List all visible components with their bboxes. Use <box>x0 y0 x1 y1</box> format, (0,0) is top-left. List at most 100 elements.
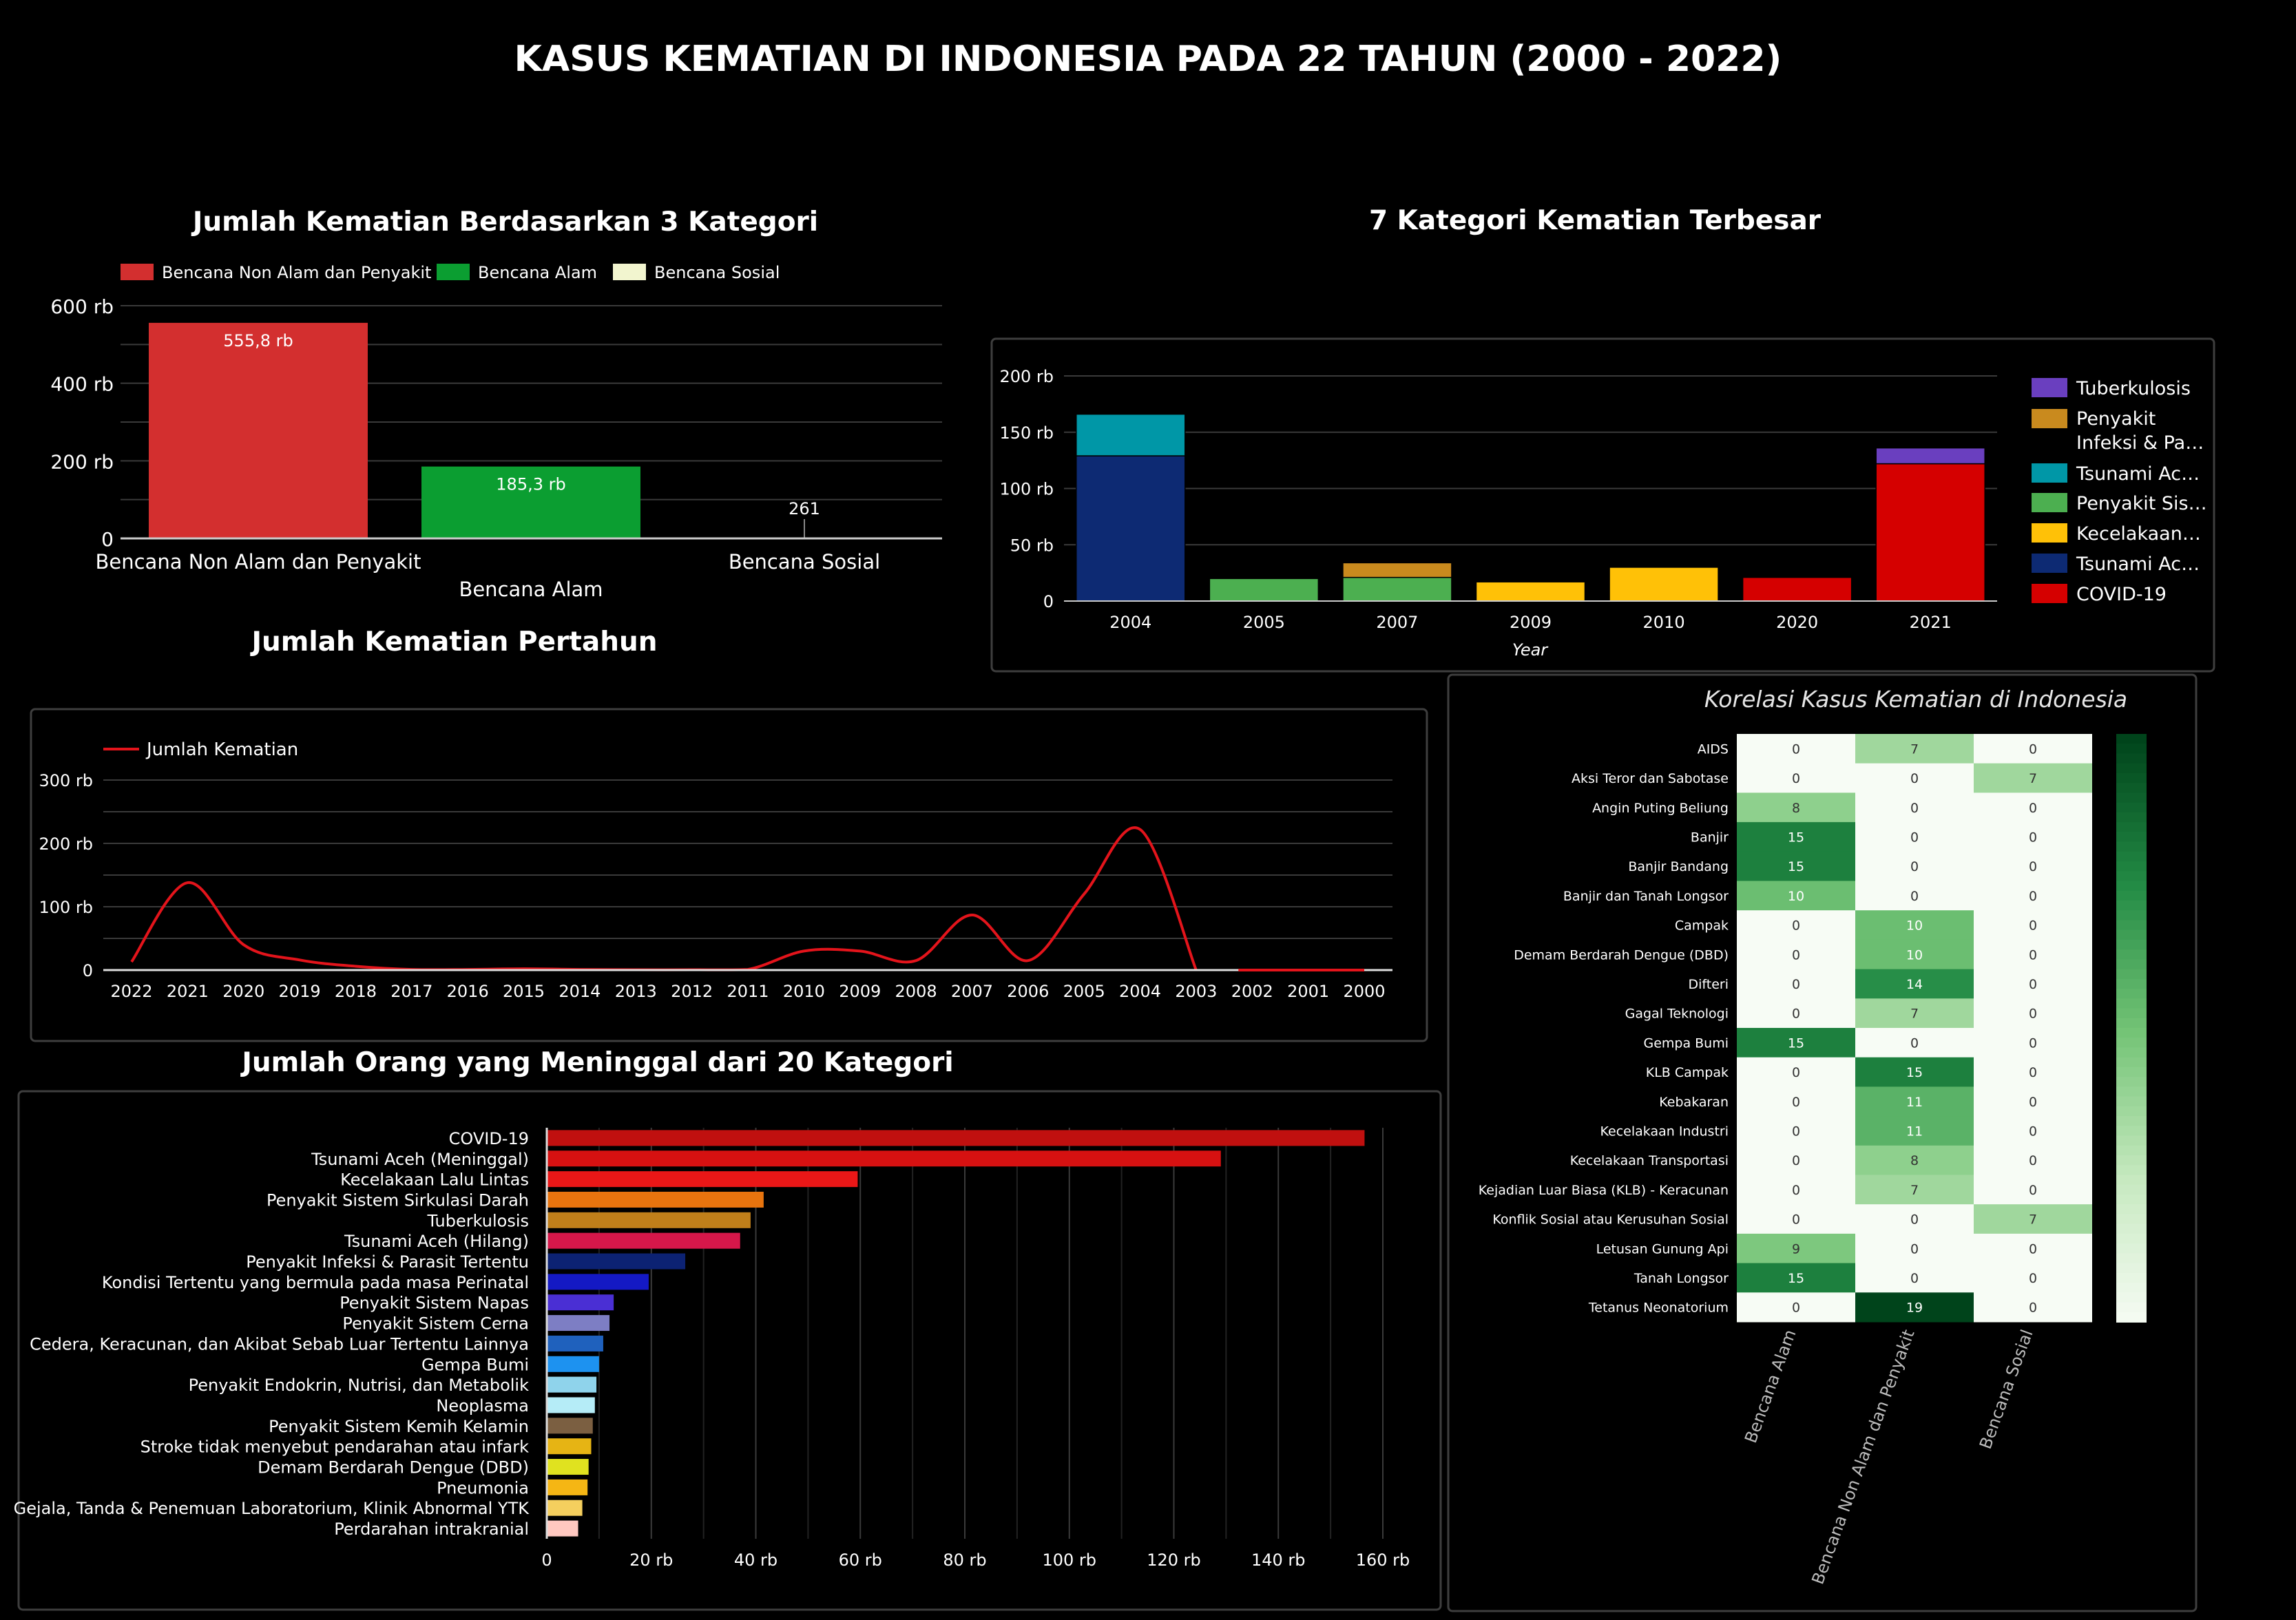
cell-value: 7 <box>1910 741 1919 757</box>
bar <box>547 1397 595 1413</box>
y-tick-label: 600 rb <box>50 295 114 318</box>
bar-segment <box>1609 567 1719 602</box>
y-tick-label: Stroke tidak menyebut pendarahan atau in… <box>140 1438 530 1457</box>
colorbar-segment <box>2116 1145 2147 1157</box>
cell-value: 0 <box>2029 1095 2037 1110</box>
legend-swatch <box>613 264 646 280</box>
data-label: 555,8 rb <box>223 331 293 350</box>
cell-value: 0 <box>2029 1153 2037 1168</box>
legend-label: Penyakit Sis… <box>2076 493 2207 514</box>
cell-value: 0 <box>2029 889 2037 904</box>
y-tick-label: Tsunami Aceh (Hilang) <box>344 1232 529 1251</box>
bar <box>149 322 368 538</box>
row-label: Kecelakaan Industri <box>1600 1124 1729 1139</box>
x-tick-label: 160 rb <box>1356 1550 1410 1570</box>
x-tick-label: 2013 <box>615 982 657 1001</box>
colorbar-segment <box>2116 802 2147 813</box>
legend-label: Tsunami Ac… <box>2076 554 2200 575</box>
colorbar-segment <box>2116 1135 2147 1146</box>
colorbar-segment <box>2116 1057 2147 1068</box>
bar <box>547 1459 589 1475</box>
cell-value: 0 <box>1792 741 1800 757</box>
cell-value: 0 <box>1910 1241 1919 1256</box>
cell-value: 7 <box>2029 771 2037 786</box>
x-tick-label: 2009 <box>1510 613 1552 632</box>
bar <box>547 1500 583 1516</box>
chart-title: Jumlah Kematian Pertahun <box>249 627 657 658</box>
x-tick-label: 0 <box>541 1550 552 1570</box>
cell-value: 0 <box>2029 947 2037 962</box>
colorbar-segment <box>2116 1194 2147 1206</box>
x-tick-label: 2015 <box>503 982 545 1001</box>
colorbar-segment <box>2116 792 2147 803</box>
colorbar-segment <box>2116 1214 2147 1225</box>
x-tick-label: 2016 <box>447 982 489 1001</box>
y-tick-label: 0 <box>1043 592 1054 611</box>
y-tick-label: 400 rb <box>50 373 114 396</box>
legend-label: Bencana Non Alam dan Penyakit <box>162 263 431 282</box>
data-label: 261 <box>789 499 820 518</box>
cell-value: 0 <box>1910 1035 1919 1051</box>
x-tick-label: 2014 <box>559 982 601 1001</box>
y-tick-label: Penyakit Infeksi & Parasit Tertentu <box>246 1252 529 1272</box>
colorbar-segment <box>2116 1066 2147 1078</box>
cell-value: 0 <box>2029 1065 2037 1080</box>
colorbar-segment <box>2116 822 2147 833</box>
bar-segment <box>1875 447 1985 465</box>
row-label: Angin Puting Beliung <box>1592 801 1729 816</box>
bar <box>547 1438 592 1455</box>
y-tick-label: 300 rb <box>39 771 93 790</box>
colorbar-segment <box>2116 1204 2147 1215</box>
x-tick-label: 2019 <box>279 982 321 1001</box>
colorbar-segment <box>2116 1126 2147 1137</box>
y-tick-label: Tuberkulosis <box>427 1211 530 1230</box>
colorbar-segment <box>2116 1096 2147 1107</box>
cell-value: 0 <box>1792 771 1800 786</box>
row-label: Gempa Bumi <box>1643 1035 1729 1051</box>
y-tick-label: Penyakit Endokrin, Nutrisi, dan Metaboli… <box>189 1376 529 1395</box>
cell-value: 0 <box>1792 918 1800 934</box>
colorbar-segment <box>2116 1243 2147 1254</box>
row-label: Difteri <box>1689 977 1729 992</box>
dashboard: KASUS KEMATIAN DI INDONESIA PADA 22 TAHU… <box>14 39 2215 1612</box>
cell-value: 0 <box>1910 859 1919 874</box>
cell-value: 0 <box>2029 1007 2037 1022</box>
legend-swatch <box>121 264 154 280</box>
row-label: Banjir dan Tanah Longsor <box>1563 889 1729 904</box>
row-label: Letusan Gunung Api <box>1596 1241 1729 1256</box>
y-tick-label: Pneumonia <box>437 1478 529 1497</box>
bar <box>547 1274 649 1290</box>
cell-value: 8 <box>1792 801 1800 816</box>
cell-value: 0 <box>1792 977 1800 992</box>
cell-value: 14 <box>1906 977 1923 992</box>
y-tick-label: 200 rb <box>999 367 1054 386</box>
bar <box>547 1130 1365 1146</box>
x-tick-label: 2010 <box>1643 613 1685 632</box>
x-tick-label: 80 rb <box>943 1550 986 1570</box>
bar <box>547 1315 610 1332</box>
colorbar-segment <box>2116 1155 2147 1166</box>
cell-value: 0 <box>2029 1301 2037 1316</box>
cell-value: 0 <box>2029 830 2037 845</box>
colorbar-segment <box>2116 861 2147 872</box>
x-tick-label: 2002 <box>1231 982 1273 1001</box>
y-tick-label: 100 rb <box>999 480 1054 499</box>
x-tick-label: 120 rb <box>1147 1550 1201 1570</box>
bar-segment <box>1076 455 1186 602</box>
cell-value: 0 <box>2029 1124 2037 1139</box>
legend-label: Kecelakaan… <box>2076 523 2201 545</box>
cell-value: 0 <box>2029 741 2037 757</box>
legend-label: Tuberkulosis <box>2076 378 2191 399</box>
colorbar-segment <box>2116 1302 2147 1313</box>
legend-label: Jumlah Kematian <box>145 739 298 760</box>
y-tick-label: Penyakit Sistem Cerna <box>342 1314 529 1334</box>
bar <box>547 1335 603 1351</box>
cell-value: 0 <box>1910 1212 1919 1228</box>
cell-value: 8 <box>1910 1153 1919 1168</box>
colorbar-segment <box>2116 949 2147 960</box>
cell-value: 0 <box>1910 830 1919 845</box>
cell-value: 0 <box>2029 859 2037 874</box>
y-tick-label: Penyakit Sistem Sirkulasi Darah <box>267 1190 529 1210</box>
colorbar-segment <box>2116 969 2147 980</box>
y-tick-label: Kecelakaan Lalu Lintas <box>340 1170 529 1190</box>
